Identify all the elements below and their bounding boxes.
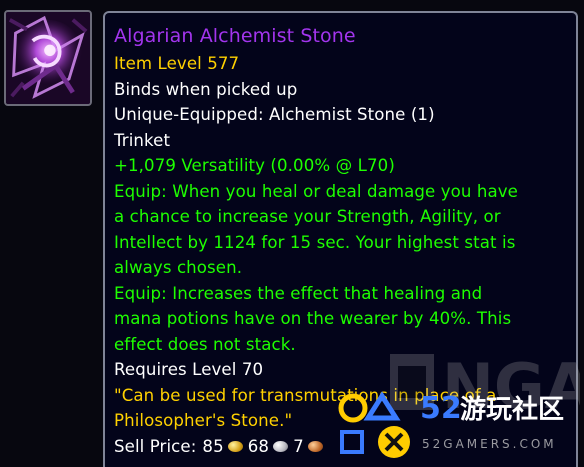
equip-effect-1-line: Intellect by 1124 for 15 sec. Your highe… [114, 232, 516, 252]
watermark-url: 52GAMERS.COM [422, 437, 557, 451]
52gamers-watermark: 52 游玩社区 52GAMERS.COM [338, 391, 564, 458]
item-slot: Trinket [114, 130, 171, 150]
equip-effect-1: Equip: When you heal or deal damage you … [114, 179, 570, 281]
binding-text: Binds when picked up [114, 79, 298, 99]
sell-price-label: Sell Price: [114, 436, 197, 456]
item-name: Algarian Alchemist Stone [114, 25, 356, 47]
gold-amount: 85 [202, 436, 224, 456]
equip-effect-1-line: Equip: When you heal or deal damage you … [114, 181, 518, 201]
equip-effect-1-line: always chosen. [114, 258, 243, 277]
equip-effect-2-line: mana potions have on the wearer by 40%. … [114, 309, 512, 328]
unique-equipped-text: Unique-Equipped: Alchemist Stone (1) [114, 105, 435, 124]
stat-versatility: +1,079 Versatility (0.00% @ L70) [114, 156, 395, 175]
item-level: Item Level 577 [114, 54, 240, 73]
copper-amount: 7 [293, 436, 304, 456]
gold-coin-icon [227, 440, 243, 452]
copper-coin-icon [307, 440, 323, 452]
alchemist-stone-icon [6, 12, 90, 104]
watermark-number: 52 [420, 391, 462, 426]
watermark-site-name: 游玩社区 [460, 394, 564, 425]
item-icon[interactable] [4, 10, 92, 106]
equip-effect-2-line: Equip: Increases the effect that healing… [114, 283, 483, 303]
silver-amount: 68 [247, 436, 270, 456]
silver-coin-icon [273, 440, 289, 452]
equip-effect-1-line: a chance to increase your Strength, Agil… [114, 207, 501, 226]
